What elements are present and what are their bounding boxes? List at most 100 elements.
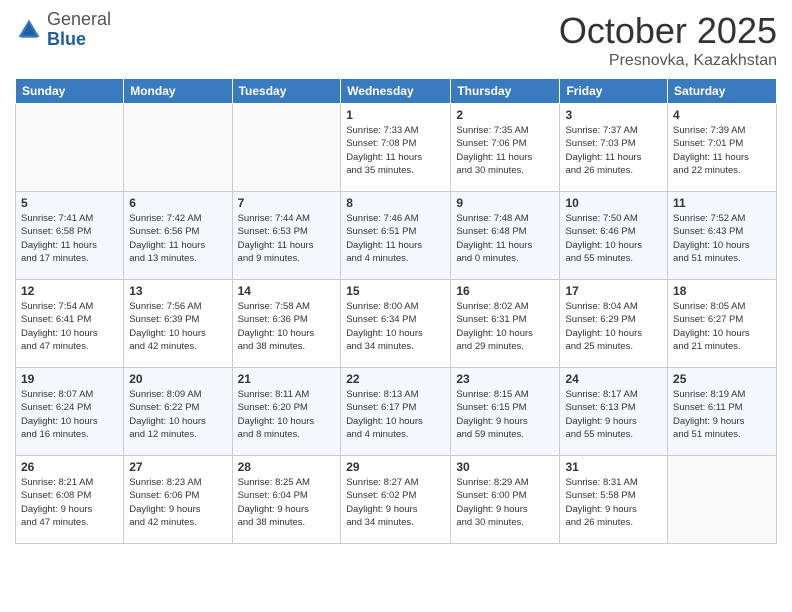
day-info: Sunrise: 8:27 AM Sunset: 6:02 PM Dayligh… [346,476,445,529]
calendar-cell: 25 Sunrise: 8:19 AM Sunset: 6:11 PM Dayli… [668,368,777,456]
day-number: 1 [346,108,445,122]
day-info: Sunrise: 7:48 AM Sunset: 6:48 PM Dayligh… [456,212,554,265]
day-number: 31 [565,460,662,474]
calendar-cell [668,456,777,544]
day-number: 25 [673,372,771,386]
calendar-cell: 29 Sunrise: 8:27 AM Sunset: 6:02 PM Dayli… [341,456,451,544]
day-info: Sunrise: 7:52 AM Sunset: 6:43 PM Dayligh… [673,212,771,265]
calendar-weekday-sunday: Sunday [16,79,124,104]
calendar-cell: 8 Sunrise: 7:46 AM Sunset: 6:51 PM Daylig… [341,192,451,280]
calendar-weekday-monday: Monday [124,79,232,104]
calendar-week-3: 12 Sunrise: 7:54 AM Sunset: 6:41 PM Dayli… [16,280,777,368]
calendar-cell: 6Sunrise: 7:42 AM Sunset: 6:56 PM Daylig… [124,192,232,280]
calendar-cell [16,104,124,192]
calendar-cell: 21Sunrise: 8:11 AM Sunset: 6:20 PM Dayli… [232,368,341,456]
day-number: 4 [673,108,771,122]
calendar-week-2: 5 Sunrise: 7:41 AM Sunset: 6:58 PM Daylig… [16,192,777,280]
logo: General Blue [15,10,111,50]
day-info: Sunrise: 8:21 AM Sunset: 6:08 PM Dayligh… [21,476,118,529]
day-info: Sunrise: 7:37 AM Sunset: 7:03 PM Dayligh… [565,124,662,177]
day-number: 27 [129,460,226,474]
calendar-cell: 7 Sunrise: 7:44 AM Sunset: 6:53 PM Daylig… [232,192,341,280]
day-number: 15 [346,284,445,298]
calendar-weekday-wednesday: Wednesday [341,79,451,104]
day-number: 21 [238,372,336,386]
day-number: 26 [21,460,118,474]
day-number: 7 [238,196,336,210]
day-number: 2 [456,108,554,122]
month-title: October 2025 [559,10,777,52]
calendar-cell: 15 Sunrise: 8:00 AM Sunset: 6:34 PM Dayli… [341,280,451,368]
day-number: 14 [238,284,336,298]
day-info: Sunrise: 7:46 AM Sunset: 6:51 PM Dayligh… [346,212,445,265]
calendar-cell: 30 Sunrise: 8:29 AM Sunset: 6:00 PM Dayli… [451,456,560,544]
day-number: 28 [238,460,336,474]
calendar-weekday-saturday: Saturday [668,79,777,104]
day-number: 22 [346,372,445,386]
calendar-cell: 24Sunrise: 8:17 AM Sunset: 6:13 PM Dayli… [560,368,668,456]
calendar-cell: 28Sunrise: 8:25 AM Sunset: 6:04 PM Dayli… [232,456,341,544]
calendar-cell: 13 Sunrise: 7:56 AM Sunset: 6:39 PM Dayli… [124,280,232,368]
day-number: 29 [346,460,445,474]
calendar-cell: 22Sunrise: 8:13 AM Sunset: 6:17 PM Dayli… [341,368,451,456]
day-number: 12 [21,284,118,298]
calendar-cell: 12 Sunrise: 7:54 AM Sunset: 6:41 PM Dayli… [16,280,124,368]
day-number: 5 [21,196,118,210]
logo-text: General Blue [47,10,111,50]
calendar-week-5: 26 Sunrise: 8:21 AM Sunset: 6:08 PM Dayli… [16,456,777,544]
day-info: Sunrise: 7:50 AM Sunset: 6:46 PM Dayligh… [565,212,662,265]
day-number: 10 [565,196,662,210]
location-title: Presnovka, Kazakhstan [559,52,777,70]
day-info: Sunrise: 8:07 AM Sunset: 6:24 PM Dayligh… [21,388,118,441]
day-info: Sunrise: 7:42 AM Sunset: 6:56 PM Dayligh… [129,212,226,265]
calendar-cell: 9Sunrise: 7:48 AM Sunset: 6:48 PM Daylig… [451,192,560,280]
day-number: 19 [21,372,118,386]
calendar-cell: 26 Sunrise: 8:21 AM Sunset: 6:08 PM Dayli… [16,456,124,544]
calendar-weekday-thursday: Thursday [451,79,560,104]
calendar-weekday-tuesday: Tuesday [232,79,341,104]
calendar-cell: 14 Sunrise: 7:58 AM Sunset: 6:36 PM Dayli… [232,280,341,368]
calendar-cell: 16Sunrise: 8:02 AM Sunset: 6:31 PM Dayli… [451,280,560,368]
day-number: 30 [456,460,554,474]
day-info: Sunrise: 7:44 AM Sunset: 6:53 PM Dayligh… [238,212,336,265]
calendar-cell [232,104,341,192]
calendar-week-4: 19 Sunrise: 8:07 AM Sunset: 6:24 PM Dayli… [16,368,777,456]
day-info: Sunrise: 8:15 AM Sunset: 6:15 PM Dayligh… [456,388,554,441]
day-number: 23 [456,372,554,386]
calendar-cell: 5 Sunrise: 7:41 AM Sunset: 6:58 PM Daylig… [16,192,124,280]
calendar-cell [124,104,232,192]
day-info: Sunrise: 7:41 AM Sunset: 6:58 PM Dayligh… [21,212,118,265]
day-number: 13 [129,284,226,298]
day-info: Sunrise: 7:58 AM Sunset: 6:36 PM Dayligh… [238,300,336,353]
calendar-cell: 23 Sunrise: 8:15 AM Sunset: 6:15 PM Dayli… [451,368,560,456]
day-info: Sunrise: 8:29 AM Sunset: 6:00 PM Dayligh… [456,476,554,529]
day-number: 24 [565,372,662,386]
calendar-cell: 2 Sunrise: 7:35 AM Sunset: 7:06 PM Daylig… [451,104,560,192]
calendar-table: SundayMondayTuesdayWednesdayThursdayFrid… [15,78,777,544]
day-info: Sunrise: 7:56 AM Sunset: 6:39 PM Dayligh… [129,300,226,353]
day-number: 3 [565,108,662,122]
calendar-cell: 17 Sunrise: 8:04 AM Sunset: 6:29 PM Dayli… [560,280,668,368]
day-info: Sunrise: 8:04 AM Sunset: 6:29 PM Dayligh… [565,300,662,353]
day-info: Sunrise: 7:33 AM Sunset: 7:08 PM Dayligh… [346,124,445,177]
day-number: 8 [346,196,445,210]
calendar-cell: 31Sunrise: 8:31 AM Sunset: 5:58 PM Dayli… [560,456,668,544]
day-info: Sunrise: 8:00 AM Sunset: 6:34 PM Dayligh… [346,300,445,353]
calendar-cell: 11Sunrise: 7:52 AM Sunset: 6:43 PM Dayli… [668,192,777,280]
day-info: Sunrise: 7:35 AM Sunset: 7:06 PM Dayligh… [456,124,554,177]
calendar-header-row: SundayMondayTuesdayWednesdayThursdayFrid… [16,79,777,104]
calendar-cell: 20Sunrise: 8:09 AM Sunset: 6:22 PM Dayli… [124,368,232,456]
day-info: Sunrise: 8:19 AM Sunset: 6:11 PM Dayligh… [673,388,771,441]
calendar-cell: 4 Sunrise: 7:39 AM Sunset: 7:01 PM Daylig… [668,104,777,192]
day-info: Sunrise: 8:05 AM Sunset: 6:27 PM Dayligh… [673,300,771,353]
calendar-weekday-friday: Friday [560,79,668,104]
day-info: Sunrise: 7:54 AM Sunset: 6:41 PM Dayligh… [21,300,118,353]
day-number: 17 [565,284,662,298]
day-number: 18 [673,284,771,298]
calendar-cell: 3 Sunrise: 7:37 AM Sunset: 7:03 PM Daylig… [560,104,668,192]
header: General Blue October 2025 Presnovka, Kaz… [15,10,777,70]
calendar-cell: 1 Sunrise: 7:33 AM Sunset: 7:08 PM Daylig… [341,104,451,192]
page: General Blue October 2025 Presnovka, Kaz… [0,0,792,612]
calendar-week-1: 1 Sunrise: 7:33 AM Sunset: 7:08 PM Daylig… [16,104,777,192]
day-info: Sunrise: 7:39 AM Sunset: 7:01 PM Dayligh… [673,124,771,177]
